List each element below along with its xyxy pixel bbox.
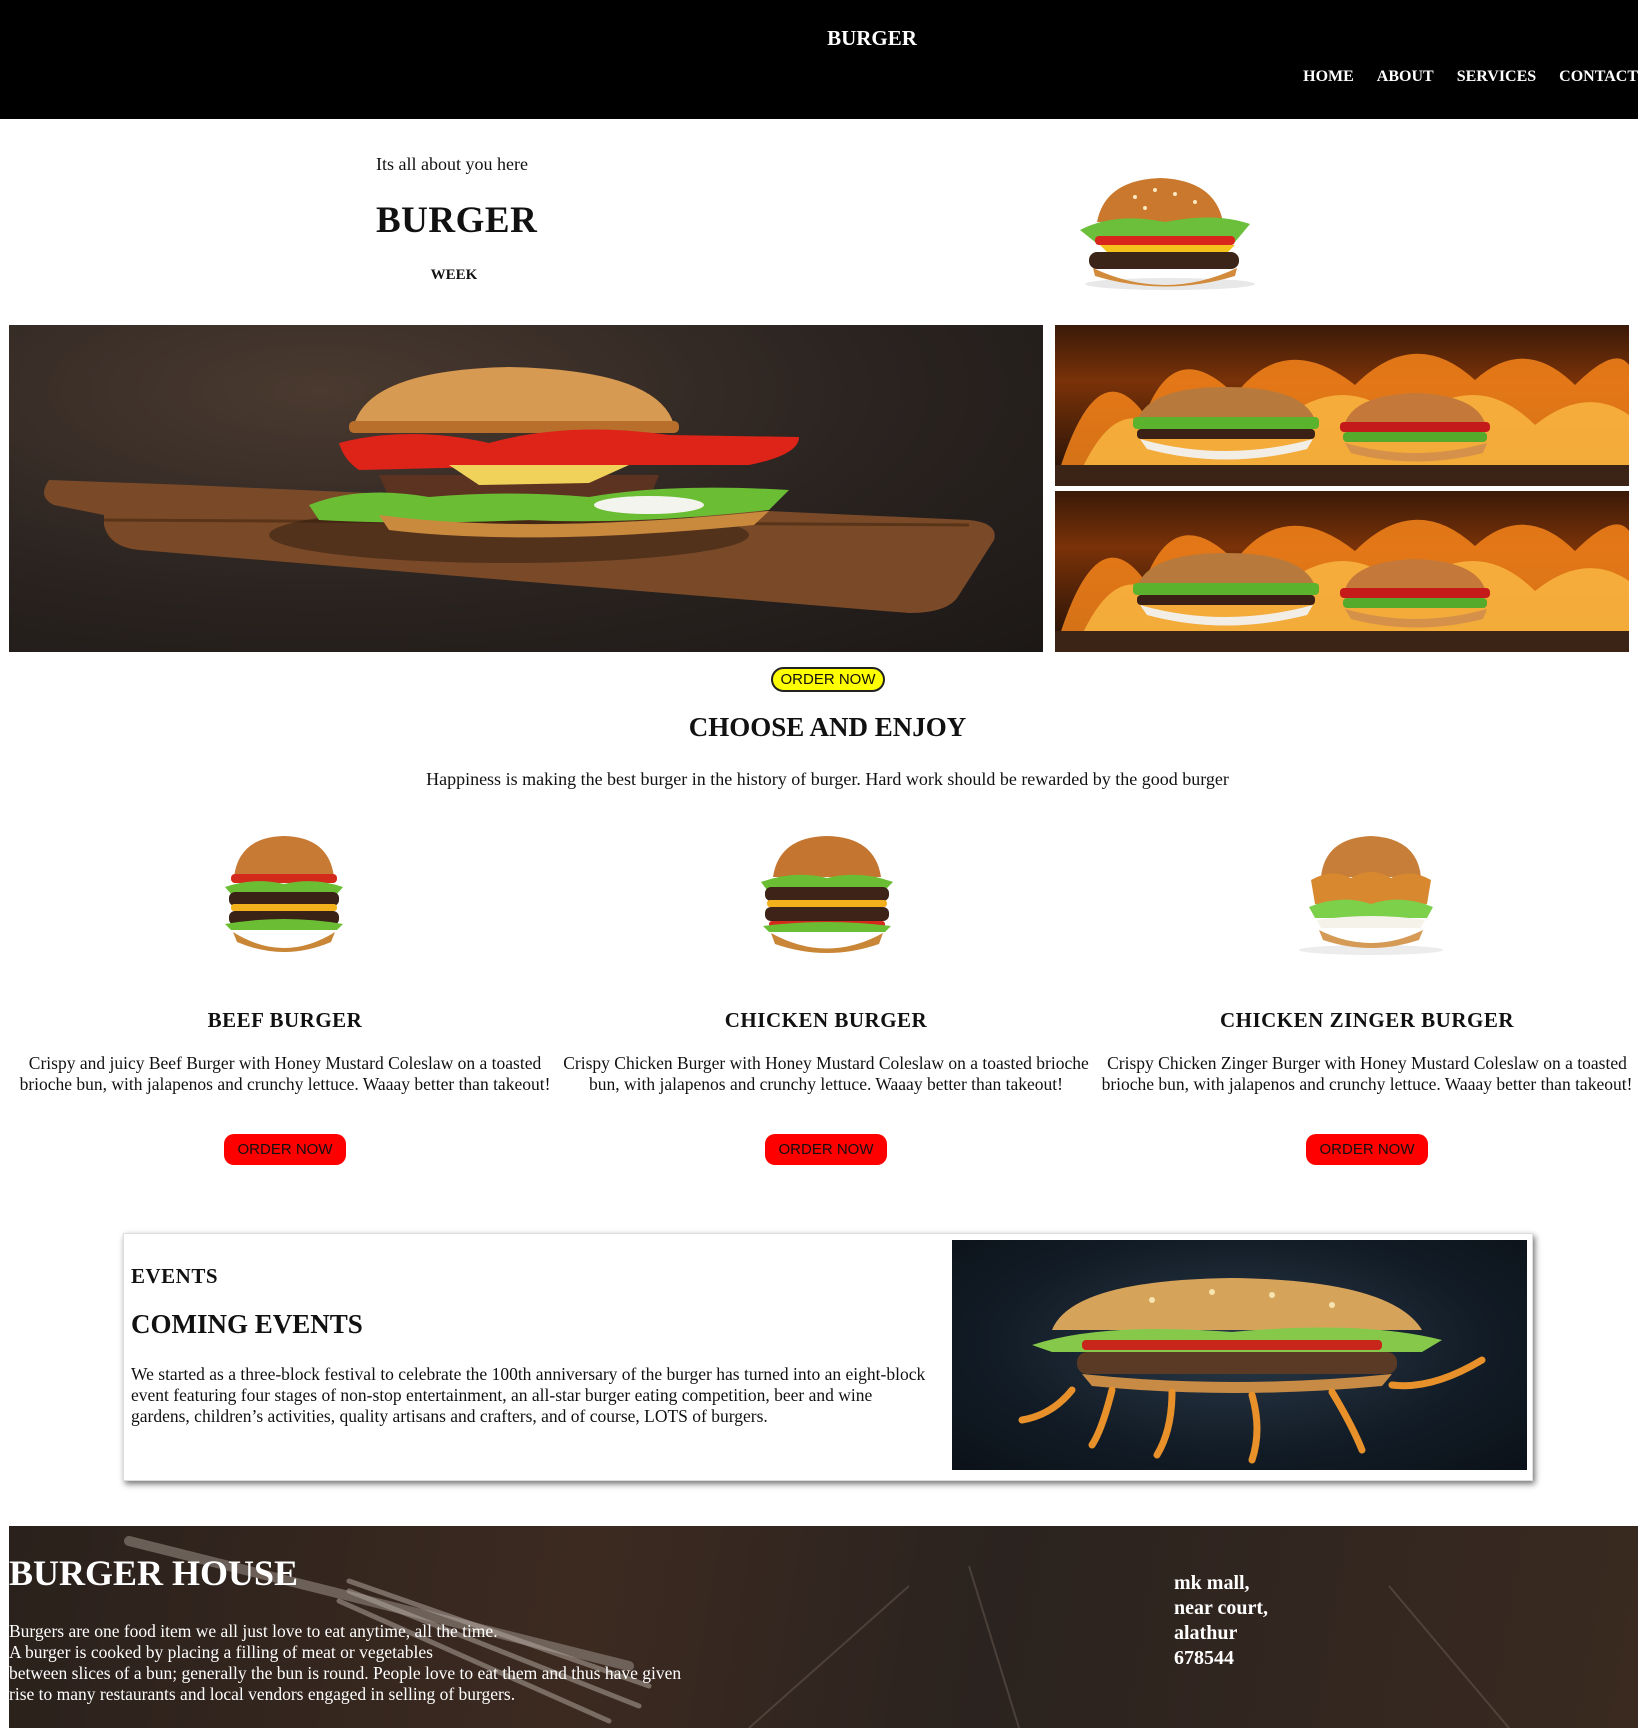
order-now-button[interactable]: ORDER NOW <box>1306 1134 1428 1165</box>
product-name: CHICKEN ZINGER BURGER <box>1219 1008 1515 1032</box>
nav-home-link[interactable]: HOME <box>1303 68 1354 86</box>
footer-text-line: rise to many restaurants and local vendo… <box>9 1684 516 1704</box>
footer-title: BURGER HOUSE <box>9 1553 299 1593</box>
product-description: Crispy Chicken Zinger Burger with Honey … <box>1101 1053 1633 1094</box>
menu-section-description: Happiness is making the best burger in t… <box>426 769 1229 789</box>
footer-text-line: A burger is cooked by placing a filling … <box>9 1642 433 1662</box>
site-brand[interactable]: BURGER <box>0 26 1638 51</box>
beef-burger-image <box>225 836 343 952</box>
hero-order-now-button[interactable]: ORDER NOW <box>771 667 885 692</box>
product-name: CHICKEN BURGER <box>724 1008 928 1032</box>
hero-title: BURGER <box>376 200 538 241</box>
exploding-burger-illustration <box>1018 1278 1486 1464</box>
fire-burgers-photo-bottom <box>1055 491 1629 652</box>
hero-photo-burger-board <box>9 325 1043 652</box>
zinger-burger-image <box>1299 836 1443 955</box>
site-footer: BURGER HOUSE Burgers are one food item w… <box>9 1526 1638 1728</box>
product-description: Crispy and juicy Beef Burger with Honey … <box>19 1053 551 1094</box>
hero-subtitle: WEEK <box>430 267 478 283</box>
hero-burger-image <box>1080 178 1255 290</box>
footer-address: mk mall, near court, alathur 678544 <box>1174 1571 1268 1671</box>
menu-section-title: CHOOSE AND ENJOY <box>688 712 967 742</box>
address-line: 678544 <box>1174 1647 1234 1669</box>
events-burger-photo <box>952 1240 1527 1470</box>
order-now-button[interactable]: ORDER NOW <box>224 1134 346 1165</box>
events-title: COMING EVENTS <box>131 1309 363 1339</box>
events-description: We started as a three-block festival to … <box>131 1364 926 1426</box>
top-navbar: BURGER HOME ABOUT SERVICES CONTACT <box>0 0 1638 119</box>
product-name: BEEF BURGER <box>207 1008 363 1032</box>
fire-burgers-photo-top <box>1055 325 1629 486</box>
events-panel: EVENTS COMING EVENTS We started as a thr… <box>123 1233 1533 1481</box>
hero-tagline: Its all about you here <box>376 154 528 174</box>
address-line: near court, <box>1174 1597 1269 1619</box>
nav-contact-link[interactable]: CONTACT <box>1559 68 1638 86</box>
footer-text-line: Burgers are one food item we all just lo… <box>9 1621 498 1641</box>
events-kicker: EVENTS <box>131 1264 219 1288</box>
address-line: mk mall, <box>1174 1572 1250 1594</box>
nav-services-link[interactable]: SERVICES <box>1457 68 1536 86</box>
product-description: Crispy Chicken Burger with Honey Mustard… <box>563 1053 1089 1094</box>
nav-about-link[interactable]: ABOUT <box>1377 68 1434 86</box>
fire-burgers-illustration <box>1055 353 1629 486</box>
address-line: alathur <box>1174 1622 1238 1644</box>
chicken-burger-image <box>761 836 893 953</box>
footer-description: Burgers are one food item we all just lo… <box>9 1621 681 1705</box>
burger-board-illustration <box>44 367 995 613</box>
footer-text-line: between slices of a bun; generally the b… <box>9 1663 682 1683</box>
main-nav: HOME ABOUT SERVICES CONTACT <box>1280 68 1638 86</box>
order-now-button[interactable]: ORDER NOW <box>765 1134 887 1165</box>
fire-burgers-illustration <box>1055 519 1629 652</box>
